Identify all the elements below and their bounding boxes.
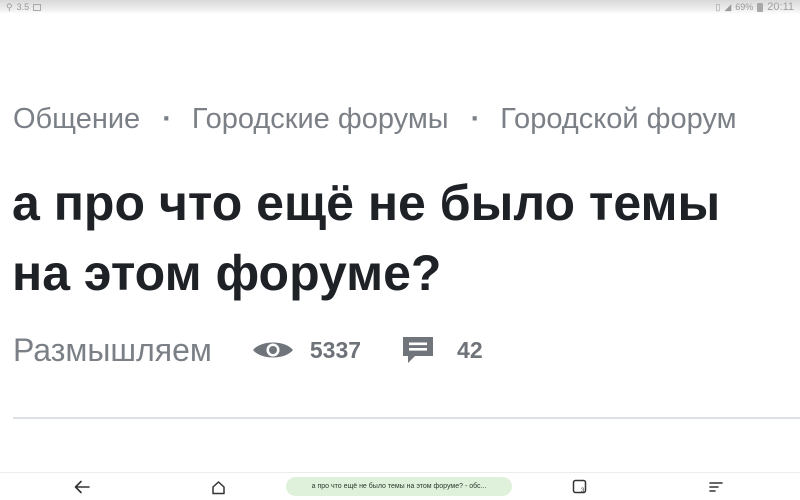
signal-icon: ◢ <box>724 2 732 12</box>
section-divider <box>13 417 800 419</box>
battery-percent: 69% <box>735 2 754 12</box>
tabs-button[interactable]: 3 <box>570 477 590 497</box>
status-time: 20:11 <box>767 1 794 13</box>
topic-category[interactable]: Размышляем <box>13 330 212 370</box>
browser-page: ⚲ 3.5 ▯ ◢ 69% 20:11 Общение · Городские фо… <box>0 0 800 500</box>
tabs-icon: 3 <box>572 479 587 494</box>
current-tab-chip[interactable]: а про что ещё не было темы на этом форум… <box>286 477 512 496</box>
breadcrumb-separator: · <box>470 103 481 135</box>
eye-icon <box>252 342 293 358</box>
home-button[interactable] <box>208 477 228 497</box>
status-bar: ⚲ 3.5 ▯ ◢ 69% 20:11 <box>0 0 800 14</box>
comments-count: 42 <box>457 336 483 363</box>
topic-title: а про что ещё не было темы на этом форум… <box>12 175 721 301</box>
status-left-text: 3.5 <box>16 2 30 12</box>
breadcrumb-item-city-forum[interactable]: Городской форум <box>500 101 736 137</box>
menu-icon <box>709 482 723 492</box>
back-arrow-icon <box>74 480 90 494</box>
comment-icon <box>403 337 434 363</box>
breadcrumb-item-city-forums[interactable]: Городские форумы <box>192 101 449 137</box>
status-left: ⚲ 3.5 <box>6 0 42 14</box>
back-button[interactable] <box>72 477 92 497</box>
views-count: 5337 <box>309 336 362 363</box>
breadcrumb-item-communication[interactable]: Общение <box>13 101 140 137</box>
breadcrumb-separator: · <box>162 103 172 135</box>
home-icon <box>211 480 225 494</box>
views-counter: 5337 <box>252 337 361 364</box>
menu-button[interactable] <box>706 477 726 497</box>
topic-meta: Размышляем 5337 42 <box>13 330 483 370</box>
comments-counter[interactable]: 42 <box>401 335 483 365</box>
location-icon: ⚲ <box>6 2 13 12</box>
battery-icon <box>757 2 764 12</box>
vibrate-icon: ▯ <box>715 2 721 12</box>
notification-icon <box>33 3 42 11</box>
browser-nav-bar: а про что ещё не было темы на этом форум… <box>0 472 800 500</box>
status-right: ▯ ◢ 69% 20:11 <box>715 0 794 14</box>
breadcrumb: Общение · Городские форумы · Городской форум <box>13 101 737 137</box>
